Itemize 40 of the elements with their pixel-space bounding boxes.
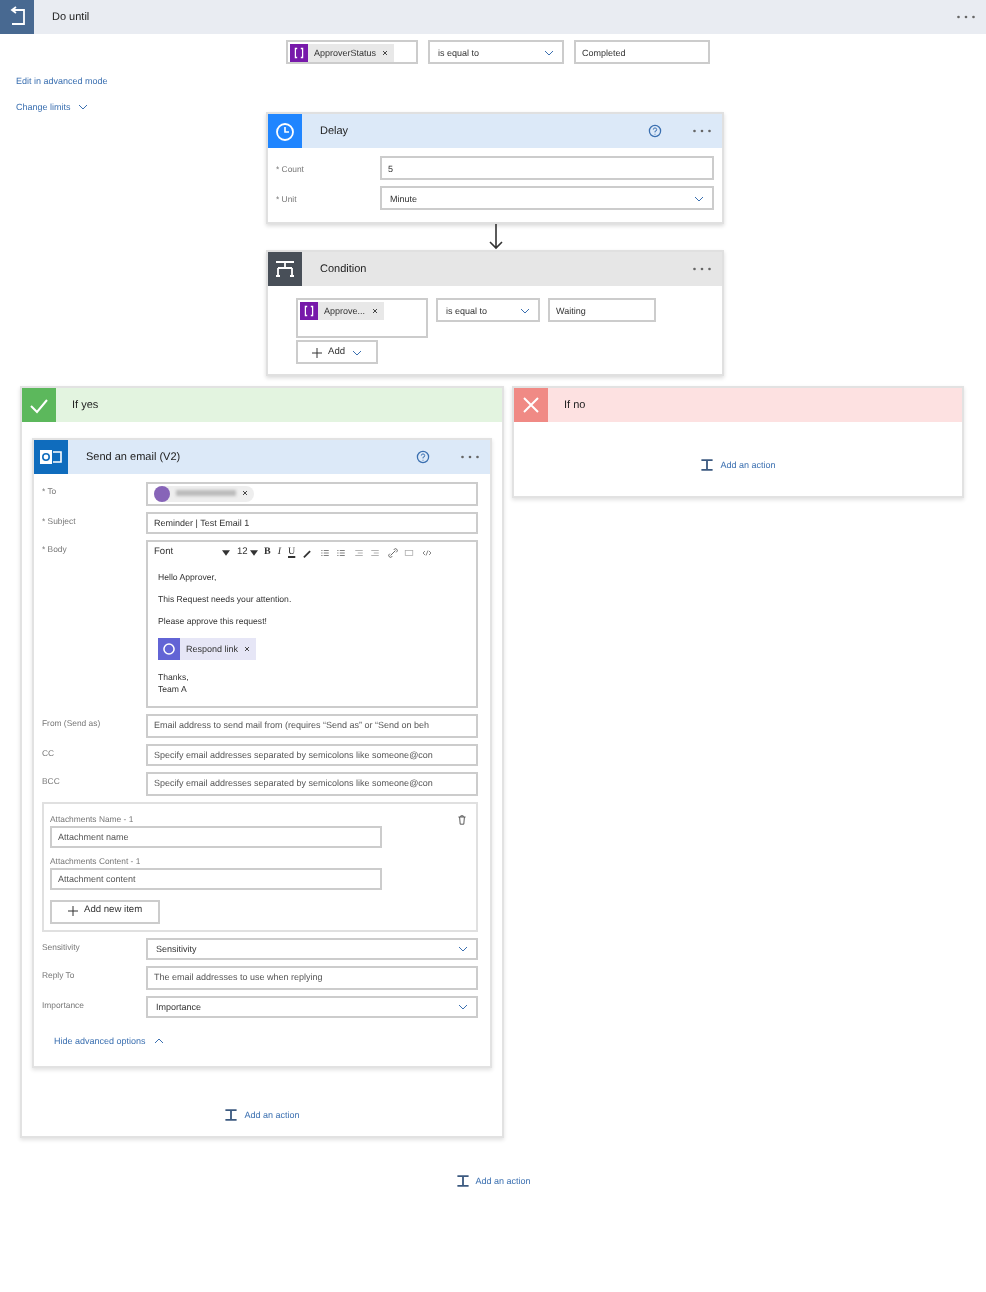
numbered-list-icon[interactable] bbox=[336, 548, 347, 558]
more-options-icon[interactable] bbox=[692, 128, 712, 134]
loop-icon bbox=[0, 0, 34, 34]
connector-arrow bbox=[485, 224, 505, 250]
more-options-icon[interactable] bbox=[692, 266, 712, 272]
caret-icon bbox=[222, 550, 230, 556]
more-options-icon[interactable] bbox=[956, 14, 976, 20]
trash-icon[interactable] bbox=[456, 813, 468, 825]
chevron-down-icon bbox=[544, 49, 554, 55]
avatar-icon bbox=[154, 485, 170, 502]
remove-icon[interactable] bbox=[382, 50, 389, 56]
variable-icon bbox=[300, 302, 318, 320]
chevron-down-icon bbox=[694, 195, 704, 201]
chevron-down-icon bbox=[458, 945, 468, 952]
link-icon[interactable] bbox=[387, 548, 398, 558]
chevron-down-icon bbox=[351, 349, 362, 355]
chevron-down-icon bbox=[78, 104, 89, 110]
remove-icon[interactable] bbox=[244, 646, 251, 652]
plus-icon bbox=[68, 906, 78, 916]
chevron-up-icon bbox=[153, 1038, 164, 1044]
help-icon[interactable] bbox=[416, 450, 430, 464]
plus-icon bbox=[312, 347, 322, 357]
help-icon[interactable] bbox=[648, 124, 662, 138]
chevron-down-icon bbox=[520, 307, 530, 313]
pen-icon[interactable] bbox=[302, 548, 313, 558]
remove-icon[interactable] bbox=[371, 308, 378, 314]
recipient-chip[interactable] bbox=[154, 485, 254, 502]
redacted-name-bar bbox=[176, 490, 236, 497]
remove-icon[interactable] bbox=[242, 490, 248, 497]
add-action-icon bbox=[224, 1108, 239, 1122]
recipient-field[interactable] bbox=[146, 482, 478, 505]
add-action-icon bbox=[700, 458, 715, 472]
caret-icon bbox=[249, 550, 257, 556]
bullet-list-icon[interactable] bbox=[319, 548, 330, 558]
code-view-icon[interactable] bbox=[421, 548, 432, 558]
add-action-icon bbox=[455, 1174, 470, 1188]
variable-icon bbox=[290, 44, 308, 62]
chevron-down-icon bbox=[458, 1003, 468, 1010]
more-options-icon[interactable] bbox=[460, 454, 480, 460]
mail-app-icon bbox=[34, 440, 68, 474]
